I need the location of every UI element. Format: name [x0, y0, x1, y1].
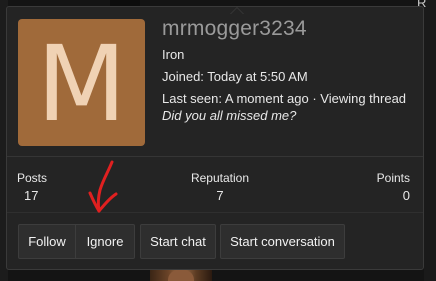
- start-conversation-button[interactable]: Start conversation: [220, 224, 345, 259]
- member-username[interactable]: mrmogger3234: [162, 17, 307, 41]
- member-last-seen: Last seen: A moment ago · Viewing thread: [162, 91, 407, 106]
- follow-button[interactable]: Follow: [18, 224, 76, 259]
- stat-reputation-label: Reputation: [190, 171, 250, 185]
- member-rank: Iron: [162, 47, 185, 62]
- stat-reputation: Reputation 7: [188, 171, 252, 203]
- start-chat-button[interactable]: Start chat: [140, 224, 216, 259]
- arrow-head-right: [97, 192, 118, 213]
- avatar-letter: M: [36, 22, 127, 145]
- tooltip-pointer-inner: [231, 8, 243, 14]
- stat-points: Points 0: [362, 171, 410, 203]
- stat-posts-value: 17: [24, 188, 39, 203]
- member-tooltip-card: M mrmogger3234 Iron Joined: Today at 5:5…: [6, 6, 424, 270]
- stat-points-label: Points: [376, 171, 410, 185]
- page-backdrop-right: [424, 0, 436, 281]
- stat-posts-label: Posts: [17, 171, 48, 185]
- stat-reputation-value: 7: [216, 188, 224, 203]
- stat-posts: Posts 17: [17, 171, 47, 203]
- card-footer-divider: [7, 212, 423, 213]
- stat-points-value: 0: [402, 188, 410, 203]
- member-joined: Joined: Today at 5:50 AM: [162, 69, 308, 84]
- card-divider: [7, 156, 423, 157]
- ignore-button[interactable]: Ignore: [75, 224, 135, 259]
- member-custom-title: Did you all missed me?: [162, 108, 297, 123]
- member-avatar[interactable]: M: [18, 19, 145, 146]
- red-arrow-annotation: [88, 160, 118, 213]
